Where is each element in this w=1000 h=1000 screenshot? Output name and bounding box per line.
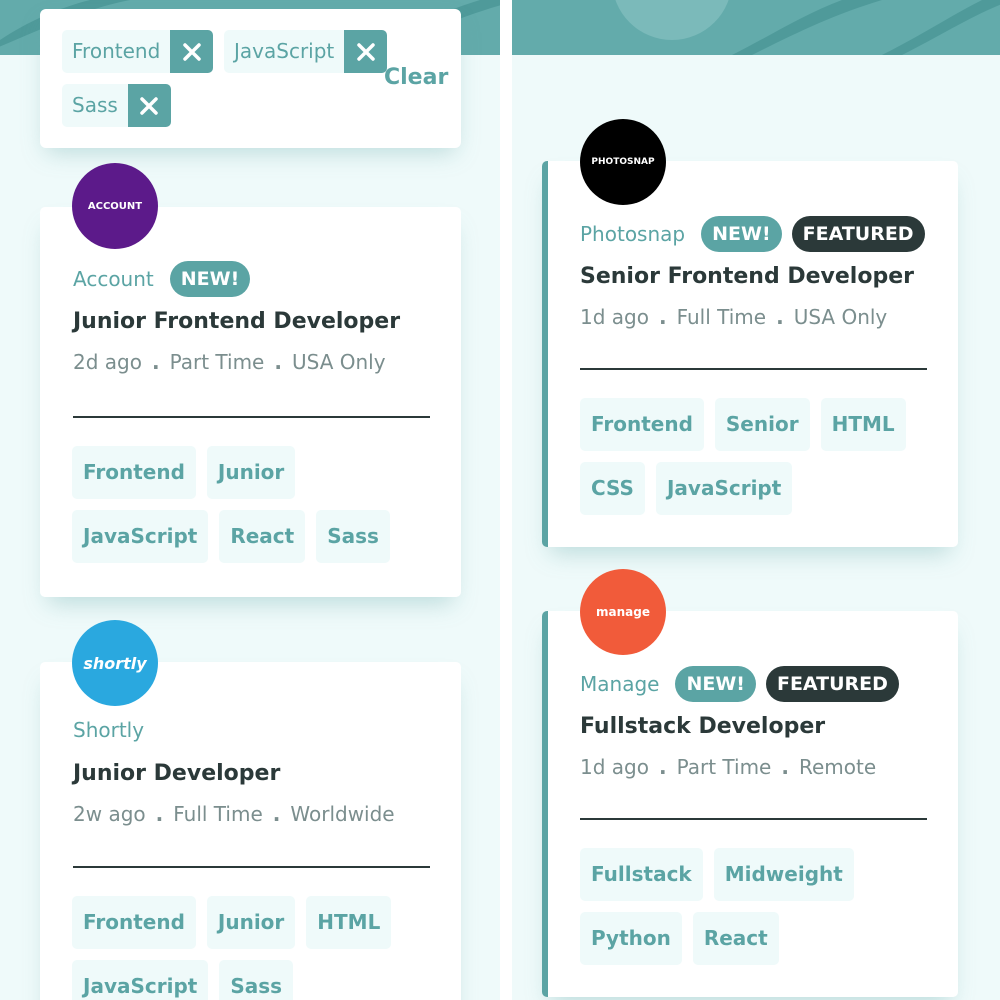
remove-filter-button[interactable] [344, 30, 388, 73]
company-name: Account [73, 267, 154, 291]
company-row: Photosnap NEW! FEATURED [580, 216, 935, 252]
banner-pattern [512, 0, 1000, 55]
right-panel: PHOTOSNAP Photosnap NEW! FEATURED Senior… [512, 0, 1000, 1000]
meta-separator: . [658, 305, 667, 329]
clear-filters-button[interactable]: Clear [384, 65, 448, 90]
logo-text: manage [596, 605, 650, 619]
job-title[interactable]: Senior Frontend Developer [580, 264, 914, 289]
close-icon [140, 96, 159, 115]
filter-chip-frontend: Frontend [62, 30, 214, 73]
divider [73, 866, 430, 868]
posted-at: 1d ago [580, 305, 649, 329]
tag[interactable]: Frontend [72, 446, 196, 499]
location: Remote [798, 755, 877, 779]
posted-at: 2d ago [73, 350, 142, 374]
location: USA Only [291, 350, 386, 374]
location: USA Only [793, 305, 888, 329]
left-panel: Frontend JavaScript Sass Clear ACCOUNT A… [0, 0, 500, 1000]
tag[interactable]: Junior [206, 896, 296, 949]
job-meta: 1d ago . Part Time . Remote [580, 755, 876, 779]
company-row: Manage NEW! FEATURED [580, 666, 909, 702]
company-row: Shortly [73, 718, 160, 742]
company-row: Account NEW! [73, 261, 260, 297]
tag[interactable]: React [692, 912, 779, 965]
posted-at: 2w ago [73, 802, 146, 826]
logo-text: shortly [83, 653, 147, 673]
meta-separator: . [155, 802, 164, 826]
logo-text: ACCOUNT [87, 200, 143, 212]
contract-type: Full Time [676, 305, 767, 329]
header-banner [512, 0, 1000, 55]
tag[interactable]: Python [580, 912, 682, 965]
tag[interactable]: HTML [306, 896, 392, 949]
divider [73, 416, 430, 418]
filter-chip-label: JavaScript [224, 30, 345, 73]
meta-separator: . [151, 350, 160, 374]
tag[interactable]: Junior [206, 446, 296, 499]
tag[interactable]: JavaScript [72, 510, 209, 563]
tag[interactable]: JavaScript [655, 462, 793, 515]
tag[interactable]: Frontend [580, 398, 704, 451]
contract-type: Part Time [169, 350, 265, 374]
tag[interactable]: Frontend [72, 896, 196, 949]
filter-chip-sass: Sass [62, 84, 171, 127]
close-icon [183, 42, 201, 61]
company-logo: ACCOUNT [72, 163, 158, 249]
tag-list: Frontend Junior HTML JavaScript Sass [72, 896, 442, 1000]
remove-filter-button[interactable] [127, 84, 171, 127]
posted-at: 1d ago [580, 755, 649, 779]
tag[interactable]: JavaScript [72, 960, 209, 1000]
meta-separator: . [274, 350, 282, 374]
meta-separator: . [272, 802, 281, 826]
filter-chip-label: Frontend [62, 30, 171, 73]
new-badge: NEW! [169, 261, 251, 297]
new-badge: NEW! [701, 216, 782, 252]
job-title[interactable]: Junior Frontend Developer [73, 309, 400, 334]
job-card: ACCOUNT Account NEW! Junior Frontend Dev… [40, 163, 461, 597]
job-card: shortly Shortly Junior Developer 2w ago … [40, 620, 461, 1000]
tag[interactable]: HTML [820, 398, 906, 451]
job-title[interactable]: Junior Developer [73, 761, 280, 786]
tag[interactable]: Midweight [713, 848, 854, 901]
contract-type: Part Time [676, 755, 772, 779]
company-logo: shortly [72, 620, 158, 706]
divider [580, 368, 927, 370]
job-meta: 2d ago . Part Time . USA Only [73, 350, 386, 374]
tag[interactable]: Sass [219, 960, 294, 1000]
featured-badge: FEATURED [791, 216, 925, 252]
company-logo: manage [580, 569, 666, 655]
divider [580, 818, 927, 820]
new-badge: NEW! [675, 666, 756, 702]
job-card-featured: manage Manage NEW! FEATURED Fullstack De… [542, 569, 958, 997]
tag[interactable]: CSS [580, 462, 645, 515]
tag[interactable]: Sass [316, 510, 390, 563]
job-title[interactable]: Fullstack Developer [580, 714, 825, 739]
tag[interactable]: Senior [714, 398, 810, 451]
company-name: Photosnap [580, 222, 686, 246]
meta-separator: . [658, 755, 667, 779]
meta-separator: . [781, 755, 789, 779]
close-icon [357, 42, 375, 61]
company-name: Manage [580, 672, 660, 696]
location: Worldwide [290, 802, 395, 826]
tag[interactable]: Fullstack [580, 848, 703, 901]
tag[interactable]: React [219, 510, 306, 563]
job-meta: 1d ago . Full Time . USA Only [580, 305, 887, 329]
tag-list: Frontend Senior HTML CSS JavaScript [580, 398, 950, 515]
meta-separator: . [776, 305, 784, 329]
featured-badge: FEATURED [765, 666, 899, 702]
tag-list: Frontend Junior JavaScript React Sass [72, 446, 442, 563]
tag-list: Fullstack Midweight Python React [580, 848, 950, 965]
job-meta: 2w ago . Full Time . Worldwide [73, 802, 395, 826]
company-name: Shortly [73, 718, 145, 742]
contract-type: Full Time [173, 802, 263, 826]
company-logo: PHOTOSNAP [580, 119, 666, 205]
remove-filter-button[interactable] [170, 30, 214, 73]
panel-gutter [500, 0, 512, 1000]
filter-chip-label: Sass [62, 84, 128, 127]
job-card-featured: PHOTOSNAP Photosnap NEW! FEATURED Senior… [542, 119, 958, 547]
filter-chip-javascript: JavaScript [224, 30, 388, 73]
filter-bar: Frontend JavaScript Sass Clear [40, 9, 461, 148]
logo-text: PHOTOSNAP [591, 157, 655, 167]
